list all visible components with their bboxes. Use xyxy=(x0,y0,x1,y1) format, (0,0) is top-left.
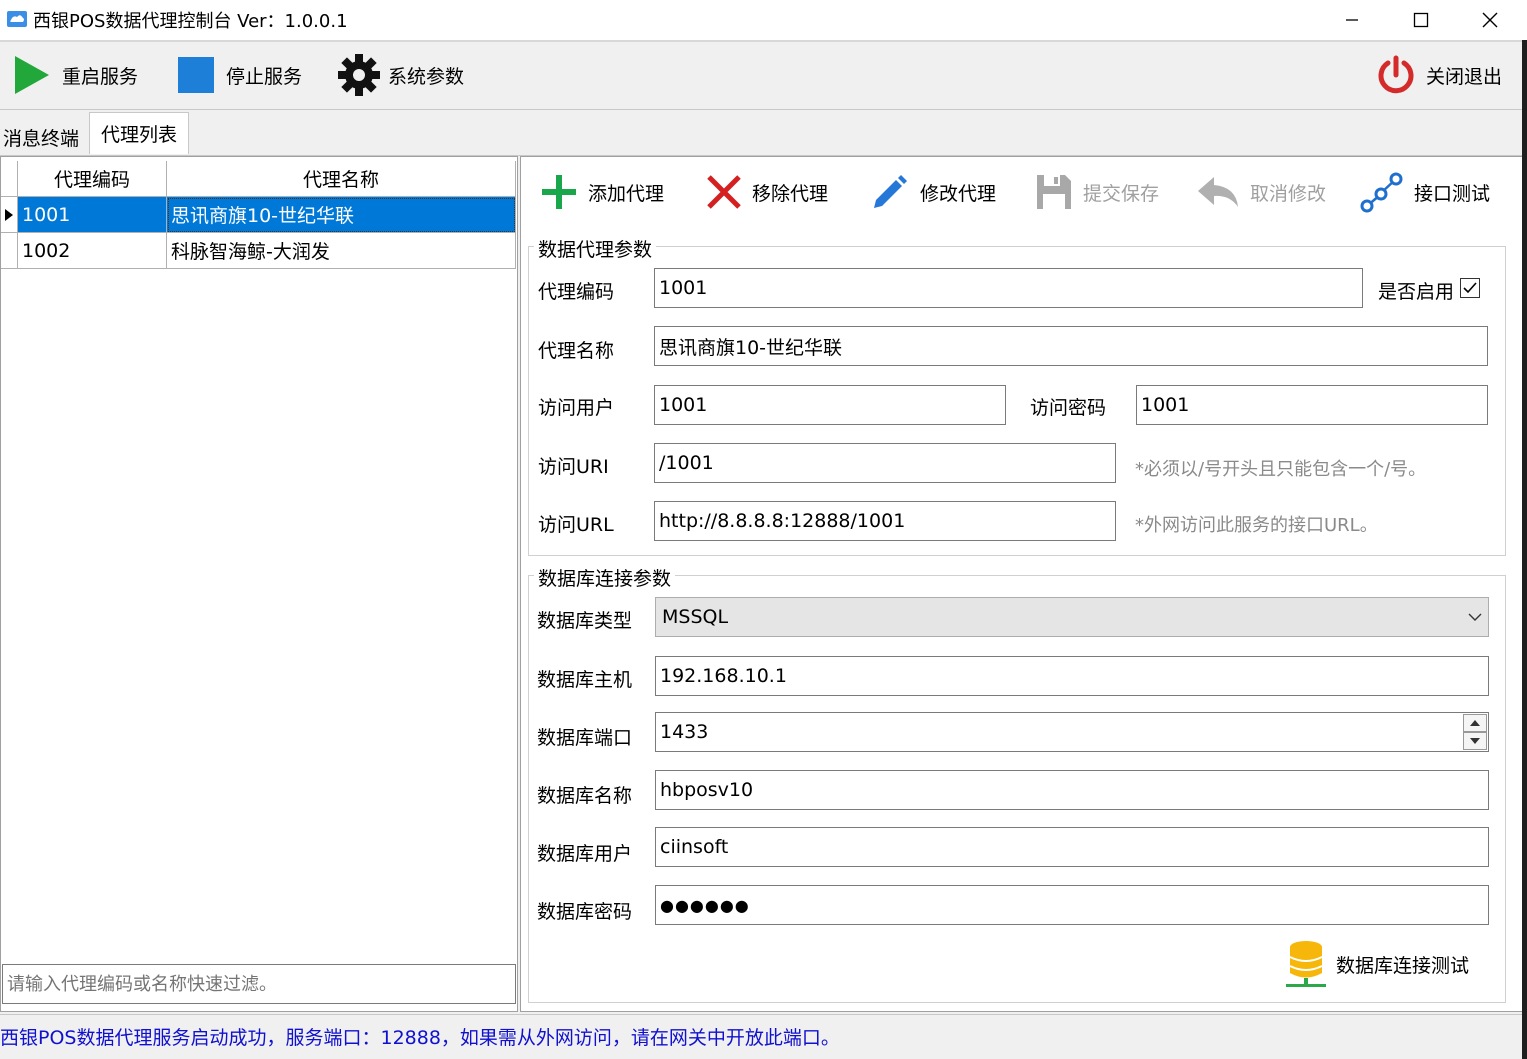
table-row-code[interactable]: 1001 xyxy=(18,197,167,233)
maximize-icon xyxy=(1413,12,1428,28)
interface-test-button[interactable]: 接口测试 xyxy=(1360,170,1490,214)
db-port-label: 数据库端口 xyxy=(537,727,633,749)
edit-agent-label: 修改代理 xyxy=(920,182,997,205)
undo-arrow-icon xyxy=(1198,177,1238,207)
play-icon xyxy=(15,56,49,94)
table-row-name[interactable]: 科脉智海鲸-大润发 xyxy=(167,233,516,269)
access-password-label: 访问密码 xyxy=(1030,397,1107,419)
agent-code-label: 代理编码 xyxy=(538,281,615,303)
enabled-label: 是否启用 xyxy=(1378,281,1455,303)
plus-icon xyxy=(542,175,576,209)
db-connection-test-button[interactable]: 数据库连接测试 xyxy=(1284,940,1469,988)
window-title: 西银POS数据代理控制台 Ver：1.0.0.1 xyxy=(33,11,348,32)
system-settings-label: 系统参数 xyxy=(388,65,465,88)
maximize-button[interactable] xyxy=(1386,0,1455,40)
tab-messages[interactable]: 消息终端 xyxy=(0,118,82,156)
close-icon xyxy=(1482,12,1497,28)
system-settings-button[interactable]: 系统参数 xyxy=(338,53,464,97)
access-user-field[interactable]: 1001 xyxy=(654,385,1006,425)
restart-service-label: 重启服务 xyxy=(62,65,139,88)
db-host-label: 数据库主机 xyxy=(537,669,633,691)
add-agent-button[interactable]: 添加代理 xyxy=(540,170,664,214)
db-type-label: 数据库类型 xyxy=(537,610,633,632)
stop-service-label: 停止服务 xyxy=(226,65,303,88)
db-host-field[interactable]: 192.168.10.1 xyxy=(655,656,1489,696)
agent-code-field[interactable]: 1001 xyxy=(654,268,1363,308)
agent-name-field[interactable]: 思讯商旗10-世纪华联 xyxy=(654,326,1488,366)
db-name-field[interactable]: hbposv10 xyxy=(655,770,1489,810)
access-uri-label: 访问URI xyxy=(538,456,609,478)
minimize-icon xyxy=(1345,19,1358,21)
stop-service-button[interactable]: 停止服务 xyxy=(178,53,302,97)
tab-agents[interactable]: 代理列表 xyxy=(89,112,189,154)
window-edge xyxy=(1522,40,1527,1059)
edit-agent-button[interactable]: 修改代理 xyxy=(870,170,996,214)
save-button[interactable]: 提交保存 xyxy=(1035,170,1159,214)
add-agent-label: 添加代理 xyxy=(588,182,665,205)
power-icon xyxy=(1378,55,1414,94)
row-header-corner xyxy=(1,161,18,197)
db-type-select[interactable]: MSSQL xyxy=(655,597,1489,637)
close-window-button[interactable] xyxy=(1455,0,1524,40)
nodes-icon xyxy=(1360,172,1403,213)
save-label: 提交保存 xyxy=(1083,182,1160,205)
db-type-value: MSSQL xyxy=(662,606,729,628)
exit-button[interactable]: 关闭退出 xyxy=(1376,53,1502,97)
gear-icon xyxy=(338,54,380,96)
save-icon xyxy=(1037,175,1071,209)
access-user-label: 访问用户 xyxy=(538,397,615,419)
cancel-edit-label: 取消修改 xyxy=(1250,182,1327,205)
filter-input[interactable] xyxy=(2,964,516,1004)
table-row-code[interactable]: 1002 xyxy=(18,233,167,269)
db-params-title: 数据库连接参数 xyxy=(534,564,676,591)
db-user-field[interactable]: ciinsoft xyxy=(655,827,1489,867)
exit-label: 关闭退出 xyxy=(1426,65,1503,88)
url-hint: *外网访问此服务的接口URL。 xyxy=(1135,515,1378,536)
row-pointer-icon xyxy=(5,208,13,221)
db-connection-test-label: 数据库连接测试 xyxy=(1336,954,1470,977)
table-row-name[interactable]: 思讯商旗10-世纪华联 xyxy=(167,197,516,233)
pencil-icon xyxy=(874,175,907,208)
checkmark-icon xyxy=(1463,282,1477,294)
tab-strip xyxy=(0,112,1527,156)
enabled-checkbox[interactable] xyxy=(1460,278,1480,298)
caret-down-icon xyxy=(1470,738,1480,744)
remove-agent-label: 移除代理 xyxy=(752,182,829,205)
db-password-field[interactable]: ●●●●●● xyxy=(655,885,1489,925)
port-down-button[interactable] xyxy=(1463,732,1487,750)
access-url-field[interactable]: http://8.8.8.8:12888/1001 xyxy=(654,501,1116,541)
access-url-label: 访问URL xyxy=(538,514,614,536)
x-icon xyxy=(707,175,741,209)
db-user-label: 数据库用户 xyxy=(537,843,633,865)
database-icon xyxy=(1286,941,1326,987)
uri-hint: *必须以/号开头且只能包含一个/号。 xyxy=(1135,459,1427,480)
db-port-stepper[interactable]: 1433 xyxy=(655,712,1489,752)
status-message: 西银POS数据代理服务启动成功，服务端口：12888，如果需从外网访问，请在网关… xyxy=(0,1027,840,1049)
restart-service-button[interactable]: 重启服务 xyxy=(14,53,138,97)
caret-up-icon xyxy=(1470,720,1480,726)
db-port-value: 1433 xyxy=(660,721,709,743)
row-selector[interactable] xyxy=(1,233,18,269)
interface-test-label: 接口测试 xyxy=(1414,182,1491,205)
column-header-name[interactable]: 代理名称 xyxy=(167,161,516,197)
column-header-code[interactable]: 代理编码 xyxy=(18,161,167,197)
port-up-button[interactable] xyxy=(1463,714,1487,732)
access-password-field[interactable]: 1001 xyxy=(1136,385,1488,425)
stop-icon xyxy=(178,57,214,93)
agent-name-label: 代理名称 xyxy=(538,340,615,362)
db-name-label: 数据库名称 xyxy=(537,785,633,807)
minimize-button[interactable] xyxy=(1317,0,1386,40)
app-icon xyxy=(7,11,27,27)
agent-params-title: 数据代理参数 xyxy=(534,235,657,262)
agent-list-panel xyxy=(0,156,518,1012)
cancel-edit-button[interactable]: 取消修改 xyxy=(1196,170,1326,214)
remove-agent-button[interactable]: 移除代理 xyxy=(706,170,828,214)
chevron-down-icon xyxy=(1468,613,1482,621)
db-password-label: 数据库密码 xyxy=(537,901,633,923)
row-selector[interactable] xyxy=(1,197,18,233)
access-uri-field[interactable]: /1001 xyxy=(654,443,1116,483)
